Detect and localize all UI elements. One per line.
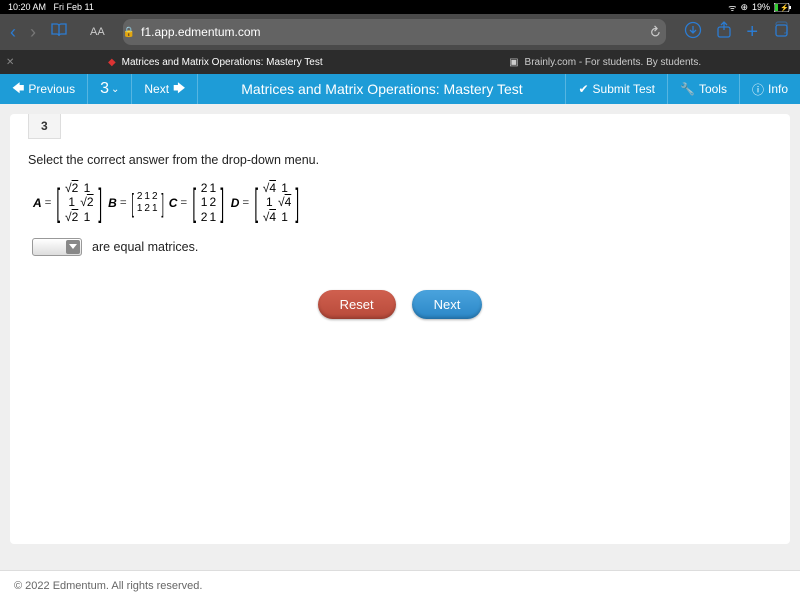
matrix-d-label: D bbox=[231, 196, 240, 210]
close-tab-icon[interactable]: ✕ bbox=[6, 57, 14, 68]
forward-button[interactable]: › bbox=[30, 22, 36, 43]
question-badge: 3 bbox=[28, 114, 61, 139]
tab-edmentum[interactable]: ◆ Matrices and Matrix Operations: Master… bbox=[20, 50, 410, 74]
battery-percent: 19% bbox=[752, 2, 770, 12]
submit-label: Submit Test bbox=[593, 82, 655, 96]
button-row: Reset Next bbox=[28, 290, 772, 319]
download-icon[interactable] bbox=[684, 21, 702, 44]
next-label: Next bbox=[144, 82, 169, 96]
next-arrow-icon: 🡆 bbox=[173, 79, 185, 100]
back-button[interactable]: ‹ bbox=[10, 22, 16, 43]
status-time: 10:20 AM bbox=[8, 2, 46, 12]
next-question-button[interactable]: Next bbox=[412, 290, 483, 319]
previous-label: Previous bbox=[28, 82, 75, 96]
status-date: Fri Feb 11 bbox=[54, 2, 94, 12]
info-icon: ⓘ bbox=[752, 81, 764, 98]
svg-text:⚡: ⚡ bbox=[780, 3, 789, 12]
matrix-b-label: B bbox=[108, 196, 117, 210]
status-bar: 10:20 AM Fri Feb 11 ᯤ ⊕ 19% ⚡ bbox=[0, 0, 800, 14]
url-bar[interactable]: 🔒 f1.app.edmentum.com ↻ bbox=[123, 19, 667, 45]
matrix-d: [ √41√4 1√41 ] bbox=[251, 181, 303, 224]
share-icon[interactable] bbox=[716, 21, 732, 44]
question-card: 3 Select the correct answer from the dro… bbox=[10, 114, 790, 544]
wrench-icon: 🔧 bbox=[680, 82, 695, 96]
footer: © 2022 Edmentum. All rights reserved. bbox=[0, 570, 800, 600]
copyright-text: © 2022 Edmentum. All rights reserved. bbox=[14, 580, 202, 592]
matrix-c: [ 212 121 ] bbox=[189, 181, 228, 224]
page-title: Matrices and Matrix Operations: Mastery … bbox=[198, 81, 565, 97]
previous-arrow-icon: 🡄 bbox=[12, 79, 24, 100]
question-selector[interactable]: 3 ⌄ bbox=[88, 74, 132, 104]
tabs-icon[interactable] bbox=[772, 21, 790, 44]
tab-brainly[interactable]: ▣ Brainly.com - For students. By student… bbox=[410, 50, 800, 74]
answer-row: are equal matrices. bbox=[32, 238, 772, 256]
previous-button[interactable]: 🡄 Previous bbox=[0, 74, 88, 104]
next-button[interactable]: Next 🡆 bbox=[132, 74, 198, 104]
new-tab-icon[interactable]: + bbox=[746, 21, 758, 44]
url-text: f1.app.edmentum.com bbox=[141, 25, 260, 39]
lock-icon: 🔒 bbox=[123, 27, 135, 38]
rotation-lock-icon: ⊕ bbox=[740, 2, 748, 13]
wifi-icon: ᯤ bbox=[728, 1, 736, 14]
info-label: Info bbox=[768, 82, 788, 96]
dropdown-arrow-icon bbox=[69, 244, 77, 249]
tab-bar: ✕ ◆ Matrices and Matrix Operations: Mast… bbox=[0, 50, 800, 74]
answer-dropdown[interactable] bbox=[32, 238, 82, 256]
tools-button[interactable]: 🔧 Tools bbox=[667, 74, 739, 104]
app-toolbar: 🡄 Previous 3 ⌄ Next 🡆 Matrices and Matri… bbox=[0, 74, 800, 104]
bookmarks-icon[interactable] bbox=[50, 22, 68, 43]
matrix-a: [ √21√2 1√21 ] bbox=[53, 181, 105, 224]
tab-label-1: Matrices and Matrix Operations: Mastery … bbox=[122, 57, 323, 68]
answer-suffix-text: are equal matrices. bbox=[92, 240, 198, 254]
tab-favicon-2: ▣ bbox=[509, 57, 518, 68]
submit-test-button[interactable]: ✔ Submit Test bbox=[565, 74, 667, 104]
reset-button[interactable]: Reset bbox=[318, 290, 396, 319]
instruction-text: Select the correct answer from the drop-… bbox=[28, 153, 772, 167]
info-button[interactable]: ⓘ Info bbox=[739, 74, 800, 104]
refresh-icon[interactable]: ↻ bbox=[644, 22, 664, 42]
tab-label-2: Brainly.com - For students. By students. bbox=[525, 57, 702, 68]
tab-favicon-1: ◆ bbox=[108, 57, 116, 68]
chevron-down-icon: ⌄ bbox=[111, 84, 119, 95]
content-area: 3 Select the correct answer from the dro… bbox=[0, 104, 800, 580]
matrix-b: [ 21 12 21 ] bbox=[129, 190, 166, 216]
matrix-a-label: A bbox=[33, 196, 42, 210]
equation-row: A= [ √21√2 1√21 ] B= [ 21 12 21 ] C= [ 2… bbox=[32, 181, 772, 224]
matrix-c-label: C bbox=[169, 196, 178, 210]
battery-icon: ⚡ bbox=[774, 3, 792, 12]
text-size-button[interactable]: AA bbox=[90, 26, 105, 38]
browser-toolbar: ‹ › AA 🔒 f1.app.edmentum.com ↻ + bbox=[0, 14, 800, 50]
check-icon: ✔ bbox=[578, 82, 588, 96]
question-number-display: 3 bbox=[100, 80, 109, 98]
tools-label: Tools bbox=[699, 82, 727, 96]
